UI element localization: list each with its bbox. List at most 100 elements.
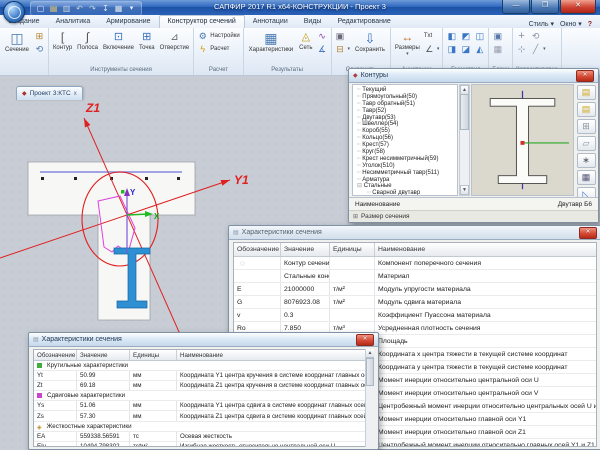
contour-name-value[interactable]: Двутавр Б6 — [558, 201, 592, 208]
props2-scrollbar[interactable]: ▲ — [365, 349, 374, 447]
props1-titlebar[interactable]: ▤ Характеристики сечения ✕ — [229, 226, 600, 240]
rotate-section-icon-button[interactable]: ⟲ — [34, 43, 45, 55]
tree-item-Крест несимметричный(59)[interactable]: ┄ Крест несимметричный(59) — [353, 156, 457, 163]
props2-titlebar[interactable]: ▤ Характеристики сечения ✕ — [29, 333, 378, 347]
tree-item-Прямоугольный(50)[interactable]: ┄ Прямоугольный(50) — [353, 94, 457, 101]
tree-item-Тавр(52)[interactable]: ┄ Тавр(52) — [353, 108, 457, 115]
menu-item-Стиль[interactable]: Стиль ▾ — [529, 20, 554, 28]
table-row[interactable]: ◈Жесткостные характеристики — [34, 422, 365, 432]
contours-titlebar[interactable]: ◆ Контуры ✕ — [349, 69, 598, 83]
ribbon-tab-Аннотации[interactable]: Аннотации — [245, 16, 296, 28]
axes-icon-button[interactable]: ∡ — [317, 43, 328, 55]
tree-item-Круг(58)[interactable]: ┄ Круг(58) — [353, 149, 457, 156]
copy-contour-icon[interactable]: ▤ — [577, 102, 596, 117]
graph-icon-button[interactable]: ∿ — [317, 30, 328, 42]
minimize-button[interactable]: — — [502, 0, 530, 14]
dropdown-arrow-icon[interactable]: ▾ — [406, 51, 409, 57]
align-icon-button[interactable]: ⊹ — [516, 43, 527, 55]
table-row[interactable]: G8076923.08т/м²Модуль сдвига материала — [234, 296, 596, 309]
column-header-Наименование[interactable]: Наименование — [375, 243, 596, 256]
table-row[interactable]: Zs57.30ммКоордината Z1 центра сдвига в с… — [34, 411, 365, 421]
block-create-icon-button[interactable]: ▣ — [492, 30, 503, 42]
table-row[interactable]: Стальные конструкцииМатериал — [234, 270, 596, 283]
table-row[interactable]: Zt69.18ммКоордината Z1 центра кручения в… — [34, 381, 365, 391]
tree-item-Короб(55)[interactable]: ┄ Короб(55) — [353, 128, 457, 135]
tree-item-Крест(57)[interactable]: ┄ Крест(57) — [353, 142, 457, 149]
table-row[interactable]: Ys51.06ммКоордината Y1 центра сдвига в с… — [34, 401, 365, 411]
column-header-Обозначение[interactable]: Обозначение — [34, 350, 77, 360]
ribbon-tab-Армирование[interactable]: Армирование — [98, 16, 158, 28]
Включение-button[interactable]: ⊡Включение — [102, 29, 135, 52]
menu-item-Окно[interactable]: Окно ▾ — [560, 20, 582, 28]
scroll-thumb[interactable] — [366, 358, 374, 386]
table-row[interactable]: EIu10494.798302тс*м²Изгибная жесткость о… — [34, 442, 365, 447]
table-row[interactable]: Сдвиговые характеристики — [34, 391, 365, 401]
camera-icon-button[interactable]: ▣ — [335, 30, 351, 42]
paste-section-icon-button[interactable]: ⊞ — [34, 30, 45, 42]
ribbon-tab-Виды[interactable]: Виды — [296, 16, 330, 28]
column-header-Единицы[interactable]: Единицы — [130, 350, 177, 360]
Txt-button[interactable]: Txt — [424, 30, 440, 42]
menu-item-?[interactable]: ? — [588, 21, 592, 28]
ribbon-tab-Конструктор сечений[interactable]: Конструктор сечений — [159, 15, 245, 28]
Отверстие-button[interactable]: ⊿Отверстие — [159, 29, 191, 52]
block-explode-icon-button[interactable]: ▦ — [492, 43, 503, 55]
table-row[interactable]: E21000000т/м²Модуль упругости материала — [234, 283, 596, 296]
Сечение-button[interactable]: ◫Сечение — [3, 29, 31, 54]
app-logo-icon[interactable] — [3, 1, 25, 23]
column-header-Обозначение[interactable]: Обозначение — [234, 243, 281, 256]
expand-icon[interactable]: ⊞ — [353, 213, 358, 220]
table-row[interactable]: Yt50.99ммКоордината Y1 центра кручения в… — [34, 371, 365, 381]
Характеристики-button[interactable]: ▦Характеристики — [247, 29, 296, 54]
move-icon-button[interactable]: + — [516, 30, 527, 42]
Контур-button[interactable]: [Контур — [52, 29, 73, 52]
tree-item-Уголок(510)[interactable]: ┄ Уголок(510) — [353, 163, 457, 170]
tree-item-Арматура[interactable]: ┄ Арматура — [353, 177, 457, 184]
box-contour-icon[interactable]: ▱ — [577, 136, 596, 151]
props1-close-button[interactable]: ✕ — [579, 227, 597, 239]
Сеть-button[interactable]: ◬Сеть — [298, 29, 313, 52]
props2-close-button[interactable]: ✕ — [356, 334, 374, 346]
tree-item-Несимметричный тавр(511)[interactable]: ┄ Несимметричный тавр(511) — [353, 170, 457, 177]
add-contour-icon[interactable]: ▤ — [577, 85, 596, 100]
dropdown-arrow-icon[interactable]: ▾ — [437, 46, 440, 52]
dropdown-arrow-icon[interactable]: ▾ — [348, 46, 351, 52]
tree-item-Текущий[interactable]: ┄ Текущий — [353, 87, 457, 94]
column-header-Наименование[interactable]: Наименование — [177, 350, 365, 360]
contours-close-button[interactable]: ✕ — [576, 70, 594, 82]
table-row[interactable]: EA559338.56591тсОсевая жесткость — [34, 432, 365, 442]
image-contour-icon[interactable]: ▦ — [577, 170, 596, 185]
tree-item-Швеллер(54)[interactable]: ┄ Швеллер(54) — [353, 121, 457, 128]
column-header-Единицы[interactable]: Единицы — [330, 243, 375, 256]
angle-icon-button[interactable]: ∠▾ — [424, 43, 440, 55]
scroll-down-icon[interactable]: ▼ — [460, 185, 469, 195]
tree-item-Кольцо(56)[interactable]: ┄ Кольцо(56) — [353, 135, 457, 142]
geo-union-icon-button[interactable]: ◩ — [460, 30, 471, 42]
close-button[interactable]: ✕ — [560, 0, 596, 14]
mesh-contour-icon[interactable]: ∗ — [577, 153, 596, 168]
contours-tree-scrollbar[interactable]: ▲ ▼ — [459, 84, 470, 196]
Сохранить-button[interactable]: ⇩Сохранить — [353, 29, 387, 54]
dropdown-arrow-icon[interactable]: ▾ — [543, 46, 546, 52]
scroll-up-icon[interactable]: ▲ — [366, 349, 374, 358]
scroll-thumb[interactable] — [460, 94, 469, 130]
tree-item-Сварной двутавр[interactable]: ┄ Сварной двутавр — [353, 190, 457, 196]
Настройки-button[interactable]: ⚙Настройки — [197, 30, 239, 42]
ribbon-tab-Редактирование[interactable]: Редактирование — [329, 16, 398, 28]
ribbon-tab-Аналитика[interactable]: Аналитика — [48, 16, 99, 28]
column-header-Значение[interactable]: Значение — [77, 350, 130, 360]
tree-item-Тавр обратный(51)[interactable]: ┄ Тавр обратный(51) — [353, 101, 457, 108]
table-row[interactable]: v0.3Коэффициент Пуассона материала — [234, 309, 596, 322]
size-group-row[interactable]: ⊞ Размер сечения — [349, 210, 598, 222]
Полоса-button[interactable]: ∫Полоса — [76, 29, 99, 52]
table-row[interactable]: ◌Контур сеченияКомпонент поперечного сеч… — [234, 257, 596, 270]
tree-item-Двутавр(53)[interactable]: ┄ Двутавр(53) — [353, 115, 457, 122]
table-row[interactable]: Крутильные характеристики — [34, 361, 365, 371]
column-header-Значение[interactable]: Значение — [281, 243, 330, 256]
t-section-outline[interactable] — [28, 162, 195, 320]
cube-icon-button[interactable]: ⊟▾ — [335, 43, 351, 55]
maximize-button[interactable]: ❐ — [531, 0, 559, 14]
geo-intersect-icon-button[interactable]: ◫ — [474, 30, 485, 42]
geo-subtract-icon-button[interactable]: ◪ — [460, 43, 471, 55]
Точка-button[interactable]: ⊞Точка — [138, 29, 156, 52]
